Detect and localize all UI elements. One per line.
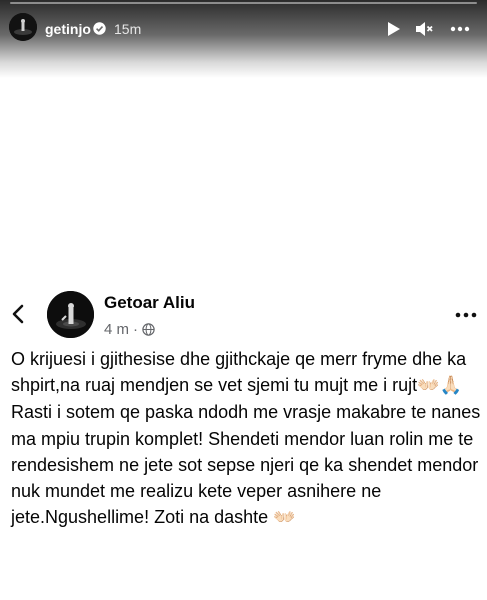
post-text-part2: Rasti i sotem qe paska ndodh me vrasje m… xyxy=(11,402,481,528)
post-author-avatar[interactable] xyxy=(47,291,94,338)
post-meta: 4 m · xyxy=(104,321,155,338)
post-text-part1: O krijuesi i gjithesise dhe gjithckaje q… xyxy=(11,349,467,396)
story-header: getinjo 15m xyxy=(0,0,487,78)
story-avatar[interactable] xyxy=(9,13,37,41)
story-username[interactable]: getinjo xyxy=(45,21,91,37)
post-author-name[interactable]: Getoar Aliu xyxy=(104,293,195,313)
praying-hands-emoji: 🙏🏻 xyxy=(439,375,463,397)
post-time: 4 m xyxy=(104,321,130,338)
meta-separator: · xyxy=(133,321,139,338)
story-time: 15m xyxy=(114,21,142,37)
back-arrow-icon[interactable] xyxy=(10,303,26,325)
post-more-icon[interactable] xyxy=(455,311,477,319)
mute-icon[interactable] xyxy=(414,19,434,39)
story-progress-bar xyxy=(10,2,477,4)
globe-icon xyxy=(142,323,155,336)
more-icon[interactable] xyxy=(449,19,470,39)
verified-badge-icon xyxy=(93,22,106,35)
play-icon[interactable] xyxy=(383,19,403,39)
open-hands-emoji-end: 👐🏻 xyxy=(273,507,296,529)
post-header: Getoar Aliu 4 m · xyxy=(0,280,487,350)
open-hands-emoji: 👐🏻 xyxy=(417,375,440,397)
post-body: O krijuesi i gjithesise dhe gjithckaje q… xyxy=(11,346,481,531)
